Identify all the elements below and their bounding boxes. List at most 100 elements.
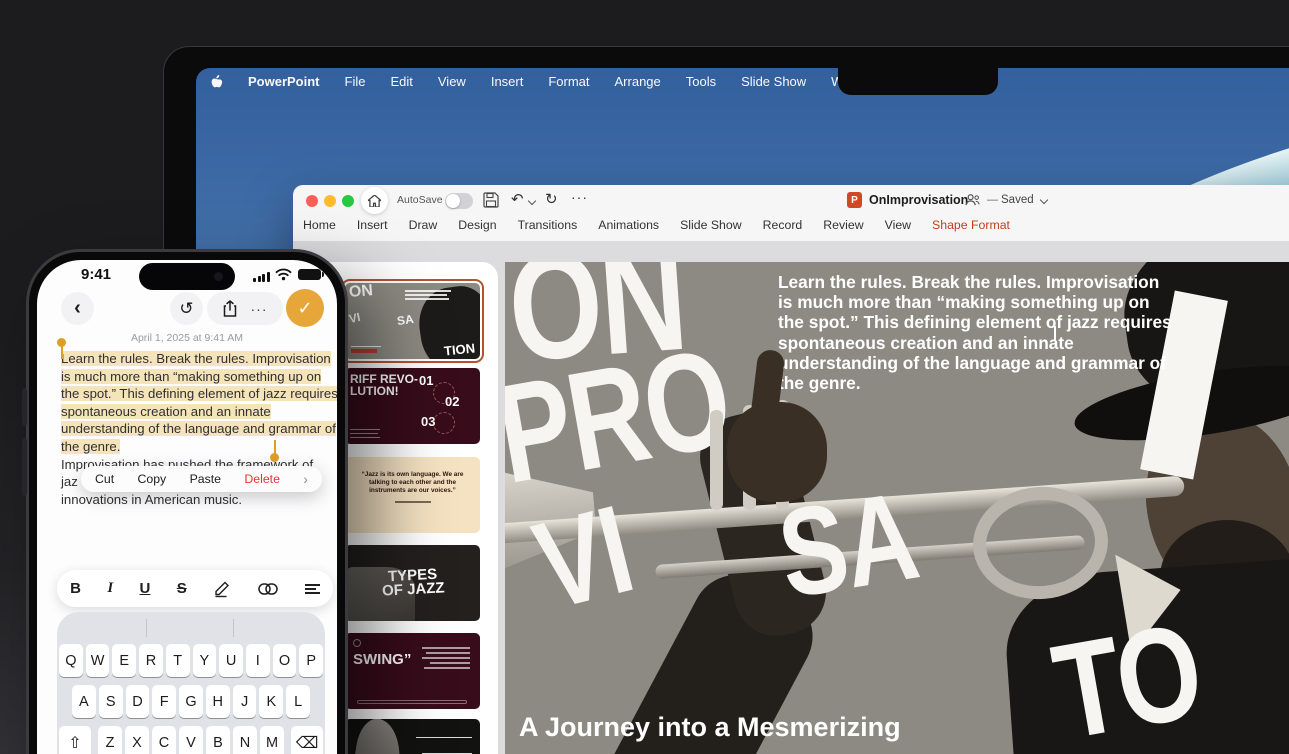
key-o[interactable]: O [273,644,297,677]
menu-item-edit[interactable]: Edit [390,74,412,89]
italic-button[interactable]: I [107,580,113,597]
key-m[interactable]: M [260,726,284,754]
slide-body-text[interactable]: Learn the rules. Break the rules. Improv… [778,272,1178,393]
zoom-window-button[interactable] [342,195,354,207]
tab-view[interactable]: View [885,218,911,232]
document-title[interactable]: OnImprovisation [869,193,968,207]
bold-button[interactable]: B [70,580,81,597]
autosave-label: AutoSave [397,194,443,206]
key-p[interactable]: P [299,644,323,677]
key-j[interactable]: J [233,685,257,718]
key-k[interactable]: K [259,685,283,718]
context-paste[interactable]: Paste [190,472,221,486]
key-v[interactable]: V [179,726,203,754]
backspace-key[interactable]: ⌫ [291,726,323,754]
volume-up-button[interactable] [22,388,27,426]
menu-item-file[interactable]: File [345,74,366,89]
key-t[interactable]: T [166,644,190,677]
apple-menu-icon[interactable] [210,74,223,89]
tab-shape-format[interactable]: Shape Format [932,218,1010,232]
menu-item-tools[interactable]: Tools [686,74,716,89]
close-window-button[interactable] [306,195,318,207]
context-more-chevron-icon[interactable]: › [303,471,308,487]
key-h[interactable]: H [206,685,230,718]
strikethrough-button[interactable]: S [177,580,187,597]
context-cut[interactable]: Cut [95,472,114,486]
key-l[interactable]: L [286,685,310,718]
slide-thumbnail-5[interactable]: SWING” [345,633,480,709]
tab-record[interactable]: Record [763,218,803,232]
selection-start-stem[interactable] [61,346,63,359]
tab-home[interactable]: Home [303,218,336,232]
redo-icon[interactable]: ↻ [545,190,558,208]
home-button[interactable] [361,187,388,214]
tab-design[interactable]: Design [458,218,496,232]
menu-item-view[interactable]: View [438,74,466,89]
tab-animations[interactable]: Animations [598,218,659,232]
underline-button[interactable]: U [140,580,151,597]
menu-item-powerpoint[interactable]: PowerPoint [248,74,320,89]
home-icon [368,195,381,207]
key-x[interactable]: X [125,726,149,754]
slide-thumbnail-6[interactable] [345,719,480,754]
link-icon[interactable] [258,583,278,595]
key-n[interactable]: N [233,726,257,754]
context-copy[interactable]: Copy [138,472,167,486]
saved-status: Saved [1001,194,1034,206]
key-z[interactable]: Z [98,726,122,754]
menu-item-insert[interactable]: Insert [491,74,524,89]
key-w[interactable]: W [86,644,110,677]
tab-draw[interactable]: Draw [409,218,438,232]
key-i[interactable]: I [246,644,270,677]
note-line[interactable]: innovations in American music. [61,491,337,509]
volume-down-button[interactable] [22,438,27,496]
shift-key[interactable]: ⇧ [59,726,91,754]
key-a[interactable]: A [72,685,96,718]
menu-item-format[interactable]: Format [548,74,589,89]
undo-dropdown-chevron-icon[interactable] [528,197,536,205]
tab-insert[interactable]: Insert [357,218,388,232]
key-s[interactable]: S [99,685,123,718]
key-q[interactable]: Q [59,644,83,677]
menu-item-arrange[interactable]: Arrange [615,74,661,89]
more-toolbar-icon[interactable]: ··· [571,189,588,205]
slide-thumbnail-3[interactable]: “Jazz is its own language. We are talkin… [345,457,480,533]
camera-notch [838,68,998,95]
predictive-bar[interactable] [59,612,323,644]
share-people-icon[interactable] [965,193,980,207]
slide-canvas[interactable]: ON PRO VI SA TO Learn the rules. Break t… [505,262,1289,754]
more-options-icon[interactable]: ··· [251,301,268,317]
key-d[interactable]: D [126,685,150,718]
highlighter-pen-icon[interactable] [213,579,232,598]
back-button[interactable]: ‹ [61,292,94,325]
undo-icon[interactable]: ↶ [511,190,524,208]
key-c[interactable]: C [152,726,176,754]
key-y[interactable]: Y [193,644,217,677]
minimize-window-button[interactable] [324,195,336,207]
selected-text[interactable]: Learn the rules. Break the rules. Improv… [61,351,337,454]
slide-thumbnail-1-selected[interactable]: ON VI SA TION [345,283,480,359]
key-e[interactable]: E [112,644,136,677]
key-b[interactable]: B [206,726,230,754]
key-r[interactable]: R [139,644,163,677]
key-f[interactable]: F [152,685,176,718]
undo-button[interactable]: ↺ [170,292,203,325]
slide-thumbnail-2[interactable]: RIFF REVO- LUTION! 01 02 03 [345,368,480,444]
tab-slideshow[interactable]: Slide Show [680,218,742,232]
context-delete[interactable]: Delete [244,472,280,486]
done-check-button[interactable]: ✓ [286,289,324,327]
tab-transitions[interactable]: Transitions [518,218,578,232]
saved-dropdown-chevron-icon[interactable] [1040,196,1048,204]
selection-end-handle[interactable] [270,453,279,462]
save-icon[interactable] [483,192,499,208]
slide-thumbnail-4[interactable]: TYPES OF JAZZ [345,545,480,621]
menu-item-slideshow[interactable]: Slide Show [741,74,806,89]
key-u[interactable]: U [219,644,243,677]
text-align-lines-icon[interactable] [305,582,320,596]
key-g[interactable]: G [179,685,203,718]
slide-footer-text[interactable]: A Journey into a Mesmerizing [519,712,901,743]
selection-end-stem[interactable] [274,440,276,454]
autosave-toggle[interactable] [445,193,473,209]
tab-review[interactable]: Review [823,218,863,232]
share-icon[interactable] [223,300,237,317]
